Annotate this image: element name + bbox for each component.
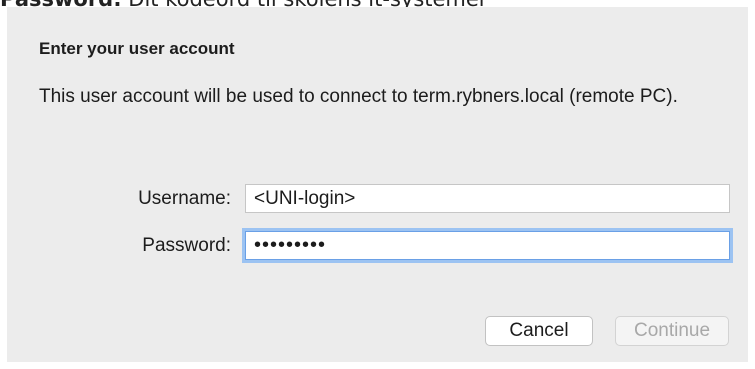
continue-button[interactable]: Continue (615, 316, 729, 346)
password-input[interactable] (245, 231, 730, 260)
dialog-description: This user account will be used to connec… (39, 86, 678, 107)
username-label: Username: (138, 188, 231, 209)
dialog-heading: Enter your user account (39, 39, 235, 58)
username-input[interactable] (245, 184, 730, 213)
page: Password: Dit kodeord til skolens it-sys… (0, 0, 755, 369)
login-dialog: Enter your user account This user accoun… (7, 7, 748, 362)
cancel-button[interactable]: Cancel (485, 316, 593, 346)
password-label: Password: (142, 235, 231, 256)
